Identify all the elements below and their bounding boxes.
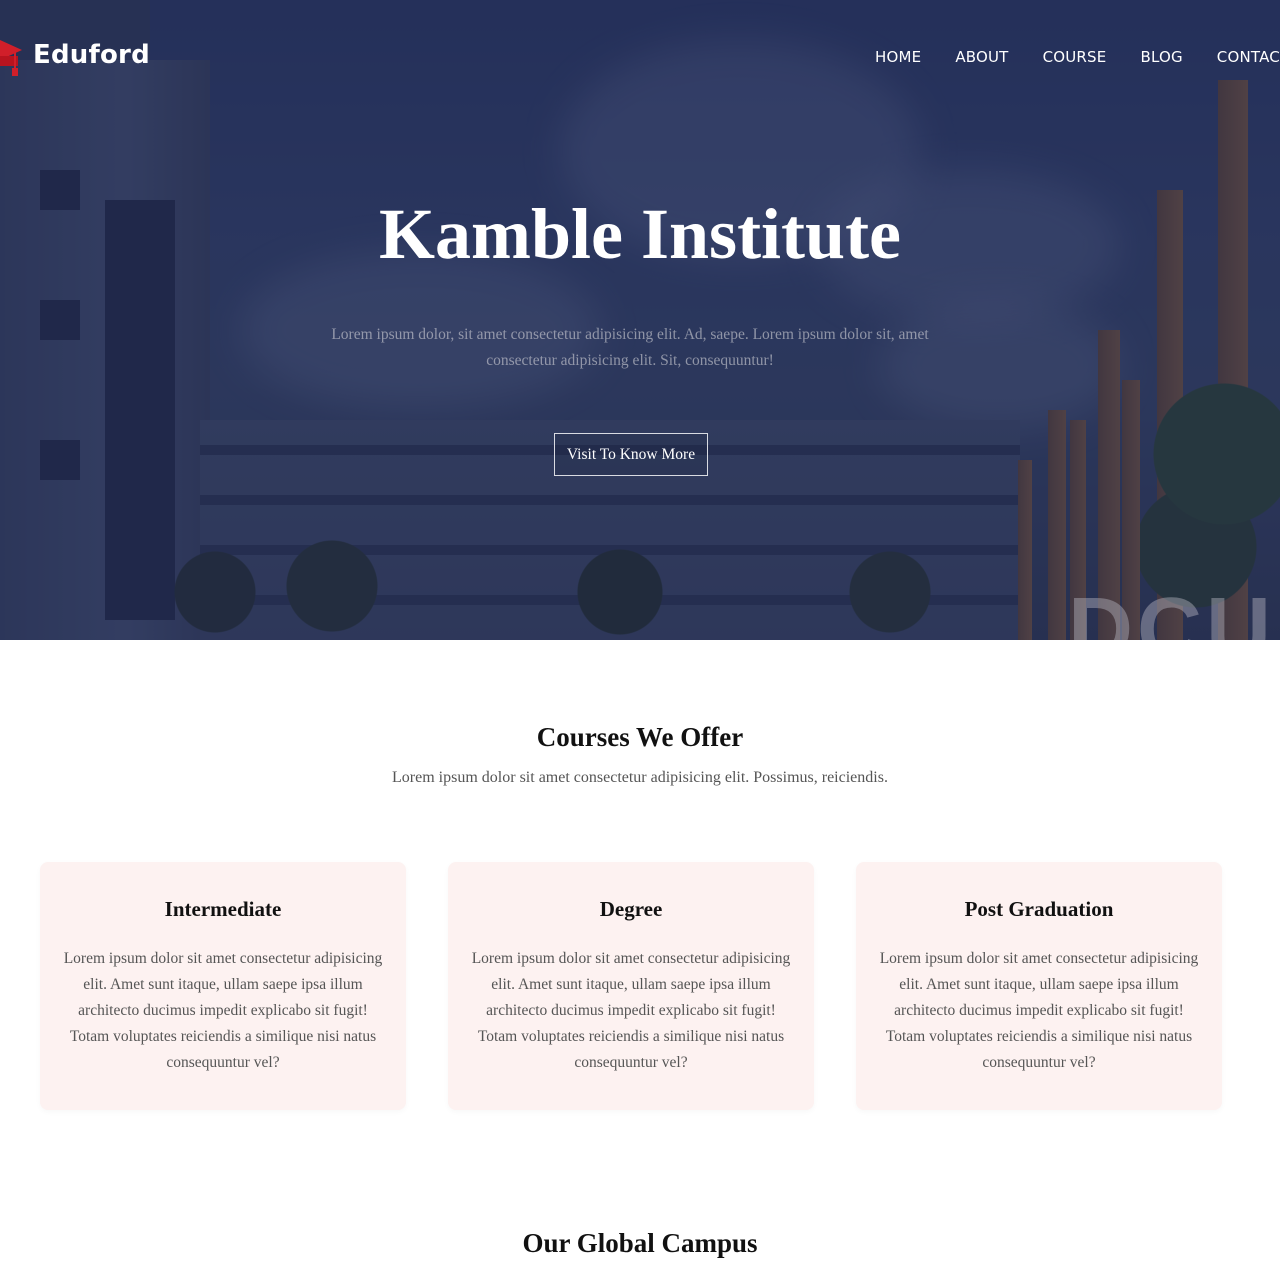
course-card-title: Degree [599,897,663,921]
course-card-post-graduation[interactable]: Post Graduation Lorem ipsum dolor sit am… [856,862,1222,1110]
hero-description: Lorem ipsum dolor, sit amet consectetur … [331,326,929,369]
nav-blog[interactable]: BLOG [1140,48,1182,66]
brand-name: Eduford [33,40,150,70]
course-card-text: Lorem ipsum dolor sit amet consectetur a… [63,950,383,1071]
nav-about[interactable]: ABOUT [955,48,1008,66]
graduation-cap-icon [0,30,28,80]
visit-button[interactable]: Visit To Know More [554,433,708,476]
campus-title: Our Global Campus [522,1228,758,1258]
hero-section: DCU Eduford HOME ABOUT COURSE BLOG CONTA… [0,0,1280,640]
nav-contact[interactable]: CONTACT [1217,48,1280,66]
hero-overlay [0,0,1280,640]
sign-lettering: DCU [1068,580,1275,640]
courses-title: Courses We Offer [536,722,744,752]
brand-logo[interactable]: Eduford [0,30,150,80]
course-card-degree[interactable]: Degree Lorem ipsum dolor sit amet consec… [448,862,814,1110]
nav-course[interactable]: COURSE [1043,48,1107,66]
course-card-title: Post Graduation [964,897,1114,921]
nav-home[interactable]: HOME [875,48,921,66]
course-card-intermediate[interactable]: Intermediate Lorem ipsum dolor sit amet … [40,862,406,1110]
main-nav: HOME ABOUT COURSE BLOG CONTACT [875,48,1280,66]
hero-title: Kamble Institute [379,194,901,274]
course-card-text: Lorem ipsum dolor sit amet consectetur a… [471,950,791,1071]
course-card-text: Lorem ipsum dolor sit amet consectetur a… [879,950,1199,1071]
courses-subtitle: Lorem ipsum dolor sit amet consectetur a… [392,769,888,786]
course-card-title: Intermediate [164,897,282,921]
